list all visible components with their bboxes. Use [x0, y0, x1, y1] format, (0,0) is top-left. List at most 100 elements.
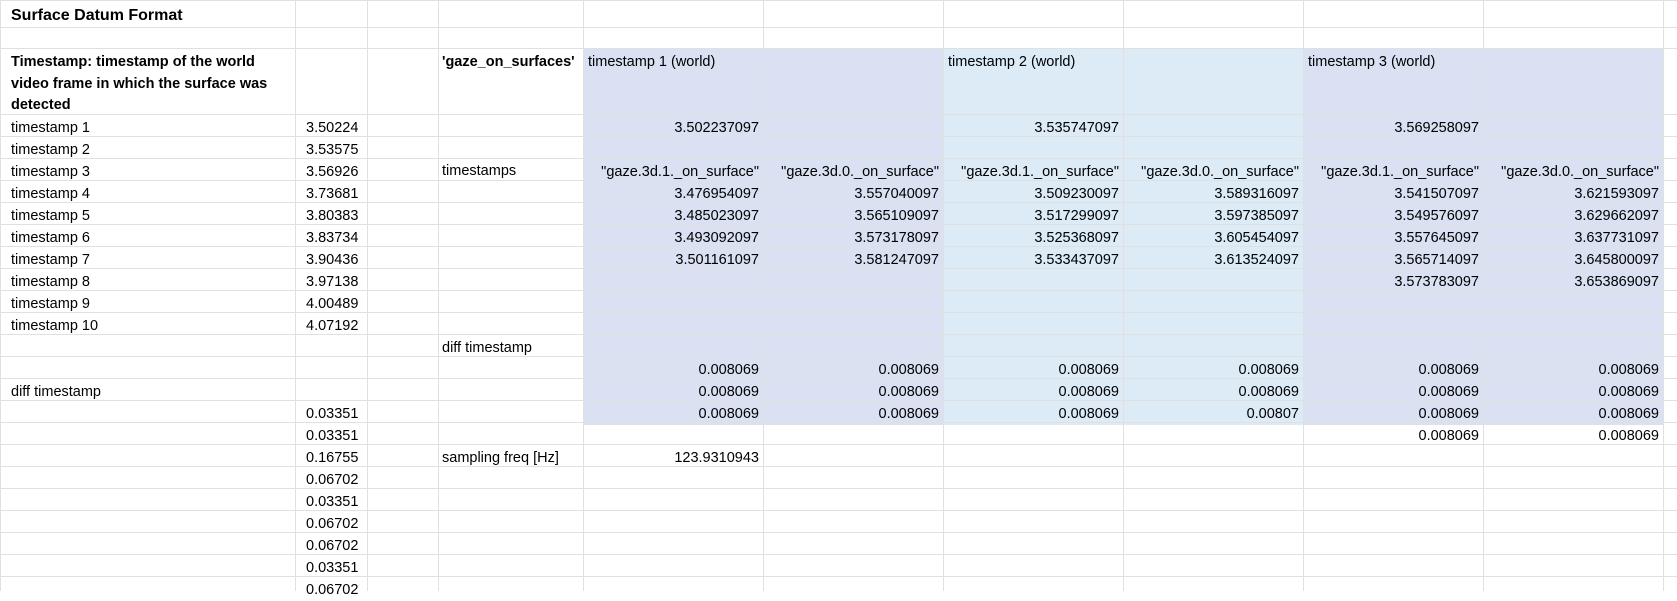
grid-column-line: [0, 0, 1, 591]
gaze-diff-value: 0.008069: [878, 406, 939, 422]
gaze-diff-value: 0.008069: [1418, 406, 1479, 422]
timestamp-value: 4.07192: [306, 318, 359, 334]
sampling-freq-label: sampling freq [Hz]: [442, 450, 559, 466]
timestamp-label: timestamp 2: [11, 142, 90, 158]
gaze-timestamp-value: 3.517299097: [1034, 208, 1119, 224]
sheet-title: Surface Datum Format: [11, 7, 183, 24]
gaze-diff-value: 0.008069: [698, 362, 759, 378]
gaze-timestamp-value: 3.557645097: [1394, 230, 1479, 246]
gaze-diff-value: 0.008069: [1238, 384, 1299, 400]
gaze-timestamp-value: 3.573178097: [854, 230, 939, 246]
gaze-diff-value: 0.008069: [1058, 362, 1119, 378]
grid-row-line: [0, 312, 1677, 313]
timestamp-label: timestamp 6: [11, 230, 90, 246]
gaze-timestamp-value: 3.605454097: [1214, 230, 1299, 246]
grid-row-line: [0, 554, 1677, 555]
gaze-column-header: "gaze.3d.0._on_surface": [1501, 164, 1659, 180]
timestamp-label: timestamp 10: [11, 318, 99, 334]
gaze-diff-value: 0.008069: [698, 384, 759, 400]
gaze-timestamp-value: 3.485023097: [674, 208, 759, 224]
world-timestamp-value: 3.535747097: [1034, 120, 1119, 136]
gaze-timestamp-value: 3.565109097: [854, 208, 939, 224]
gaze-diff-value: 0.008069: [1598, 384, 1659, 400]
grid-row-line: [0, 532, 1677, 533]
gaze-timestamp-value: 3.597385097: [1214, 208, 1299, 224]
gaze-diff-value: 0.008069: [698, 406, 759, 422]
world-timestamp-value: 3.569258097: [1394, 120, 1479, 136]
timestamp-value: 3.56926: [306, 164, 359, 180]
gaze-timestamp-value: 3.645800097: [1574, 252, 1659, 268]
gaze-diff-value: 0.008069: [1598, 406, 1659, 422]
grid-row-line: [0, 158, 1677, 159]
gaze-timestamp-value: 3.573783097: [1394, 274, 1479, 290]
grid-column-line: [943, 0, 944, 591]
gaze-diff-value: 0.008069: [1058, 406, 1119, 422]
gaze-timestamp-value: 3.501161097: [675, 252, 759, 268]
grid-column-line: [1123, 0, 1124, 591]
timestamp-label: timestamp 9: [11, 296, 90, 312]
timestamps-label: timestamps: [442, 163, 517, 179]
gaze-column-header: "gaze.3d.1._on_surface": [601, 164, 759, 180]
grid-row-line: [0, 510, 1677, 511]
gaze-timestamp-value: 3.476954097: [674, 186, 759, 202]
diff-value: 0.06702: [306, 472, 359, 488]
grid-column-line: [1303, 0, 1304, 591]
gaze-diff-value: 0.008069: [1238, 362, 1299, 378]
gaze-timestamp-value: 3.653869097: [1574, 274, 1659, 290]
gaze-timestamp-value: 3.493092097: [674, 230, 759, 246]
grid-row-line: [0, 488, 1677, 489]
timestamp-value: 3.83734: [306, 230, 359, 246]
timestamp-label: timestamp 4: [11, 186, 90, 202]
gaze-diff-value: 0.008069: [1598, 428, 1659, 444]
gaze-diff-label: diff timestamp: [442, 340, 532, 356]
gaze-timestamp-value: 3.557040097: [854, 186, 939, 202]
timestamp-value: 3.73681: [306, 186, 359, 202]
world-timestamp-title: timestamp 2 (world): [948, 54, 1076, 70]
grid-row-line: [0, 48, 1677, 49]
gaze-timestamp-value: 3.533437097: [1034, 252, 1119, 268]
grid-row-line: [0, 576, 1677, 577]
grid-row-line: [0, 356, 1677, 357]
gaze-timestamp-value: 3.549576097: [1394, 208, 1479, 224]
timestamp-label: timestamp 1: [11, 120, 90, 136]
grid-column-line: [295, 0, 296, 591]
diff-value: 0.06702: [306, 516, 359, 532]
gaze-column-header: "gaze.3d.0._on_surface": [781, 164, 939, 180]
diff-value: 0.16755: [306, 450, 359, 466]
gaze-diff-value: 0.008069: [878, 362, 939, 378]
gaze-timestamp-value: 3.613524097: [1214, 252, 1299, 268]
gaze-timestamp-value: 3.565714097: [1394, 252, 1479, 268]
spreadsheet-grid: Surface Datum Format Timestamp: timestam…: [0, 0, 1677, 598]
diff-value: 0.03351: [306, 406, 359, 422]
world-timestamp-value: 3.502237097: [674, 120, 759, 136]
grid-row-line: [0, 466, 1677, 467]
gaze-timestamp-value: 3.581247097: [854, 252, 939, 268]
gaze-diff-value: 0.008069: [1418, 362, 1479, 378]
gaze-column-header: "gaze.3d.0._on_surface": [1141, 164, 1299, 180]
world-timestamp-title: timestamp 1 (world): [588, 54, 716, 70]
timestamp-label: timestamp 8: [11, 274, 90, 290]
grid-column-line: [763, 0, 764, 591]
gaze-timestamp-value: 3.509230097: [1034, 186, 1119, 202]
timestamp-note: Timestamp: timestamp of the world video …: [11, 54, 268, 113]
diff-value: 0.06702: [306, 538, 359, 554]
timestamp-value: 3.90436: [306, 252, 359, 268]
world-timestamp-title: timestamp 3 (world): [1308, 54, 1436, 70]
timestamp-label: timestamp 3: [11, 164, 90, 180]
timestamp-value: 3.97138: [306, 274, 359, 290]
grid-row-line: [0, 27, 1677, 28]
gaze-diff-value: 0.008069: [1058, 384, 1119, 400]
grid-column-line: [438, 0, 439, 591]
gaze-timestamp-value: 3.589316097: [1214, 186, 1299, 202]
gaze-column-header: "gaze.3d.1._on_surface": [961, 164, 1119, 180]
timestamp-label: timestamp 7: [11, 252, 90, 268]
gaze-column-header: "gaze.3d.1._on_surface": [1321, 164, 1479, 180]
left-diff-label: diff timestamp: [11, 384, 101, 400]
gaze-diff-value: 0.008069: [878, 384, 939, 400]
gaze-diff-value: 0.008069: [1418, 384, 1479, 400]
timestamp-label: timestamp 5: [11, 208, 90, 224]
gaze-timestamp-value: 3.629662097: [1574, 208, 1659, 224]
grid-row-line: [0, 0, 1677, 1]
gaze-header: 'gaze_on_surfaces': [442, 54, 575, 70]
sampling-freq-value: 123.9310943: [674, 450, 759, 466]
